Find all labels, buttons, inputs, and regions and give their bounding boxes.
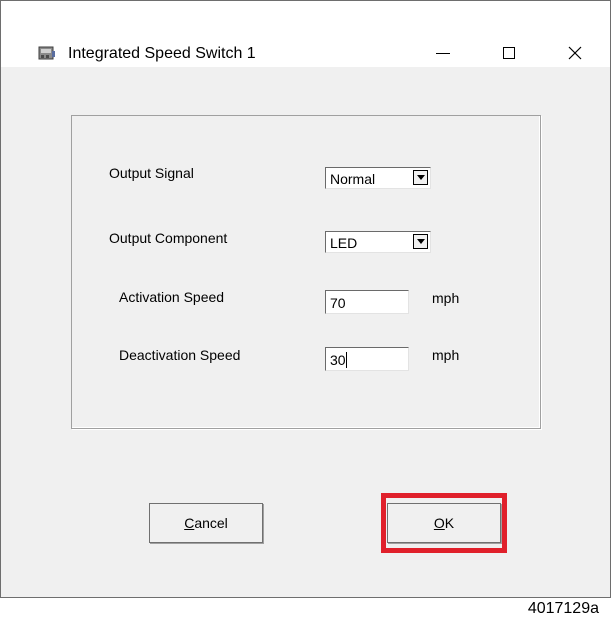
deactivation-speed-value: 30: [330, 352, 346, 368]
title-bar[interactable]: Integrated Speed Switch 1: [1, 1, 610, 67]
text-caret: [345, 352, 347, 368]
figure-code: 4017129a: [527, 600, 599, 617]
dialog-window: Integrated Speed Switch 1 Output Signal …: [0, 0, 611, 598]
deactivation-speed-unit: mph: [432, 347, 460, 363]
output-signal-select[interactable]: Normal: [325, 167, 431, 189]
speed-switch-app-icon: [38, 46, 55, 60]
activation-speed-input[interactable]: 70: [325, 290, 409, 314]
ok-button-highlight-box: [381, 493, 507, 553]
output-signal-value: Normal: [330, 171, 376, 187]
cancel-button[interactable]: Cancel: [149, 503, 263, 543]
output-component-value: LED: [330, 235, 358, 251]
deactivation-speed-input[interactable]: 30: [325, 347, 409, 371]
chevron-down-icon: [416, 239, 425, 244]
deactivation-speed-label: Deactivation Speed: [119, 347, 241, 363]
maximize-icon: [503, 47, 515, 59]
close-icon: [568, 46, 582, 60]
activation-speed-label: Activation Speed: [119, 289, 225, 305]
minimize-button[interactable]: [420, 37, 466, 69]
cancel-mnemonic: C: [184, 515, 195, 531]
close-button[interactable]: [552, 37, 598, 69]
output-component-label: Output Component: [109, 230, 228, 246]
output-signal-label: Output Signal: [109, 165, 194, 181]
output-component-dropdown-button[interactable]: [413, 234, 428, 249]
settings-group-box: [71, 115, 541, 429]
activation-speed-unit: mph: [432, 290, 460, 306]
output-component-select[interactable]: LED: [325, 231, 431, 253]
maximize-button[interactable]: [486, 37, 532, 69]
output-signal-dropdown-button[interactable]: [413, 170, 428, 185]
activation-speed-value: 70: [330, 295, 346, 311]
cancel-label-rest: ancel: [194, 515, 228, 531]
chevron-down-icon: [416, 175, 425, 180]
minimize-icon: [436, 53, 450, 54]
window-title: Integrated Speed Switch 1: [68, 45, 256, 62]
